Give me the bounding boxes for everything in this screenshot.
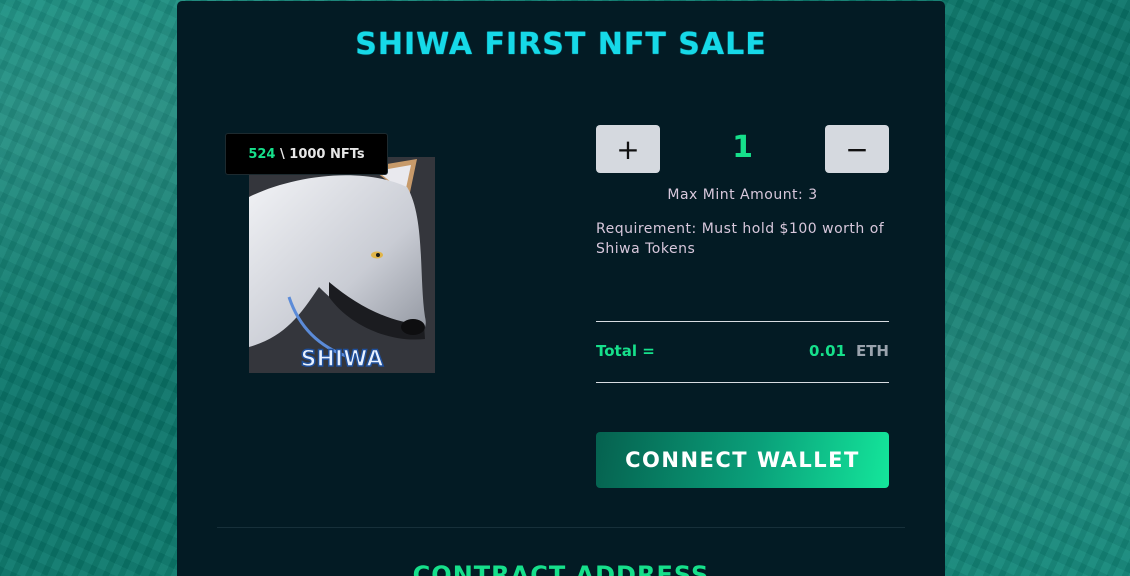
increase-quantity-button[interactable]: +	[596, 125, 660, 173]
decrease-quantity-button[interactable]: −	[825, 125, 889, 173]
nft-logo: SHIWA	[301, 347, 384, 372]
nft-sale-card: SHIWA FIRST NFT SALE SHIWA 524 \ 1000 NF…	[177, 1, 945, 576]
nft-image: SHIWA	[249, 157, 435, 373]
total-label: Total =	[596, 342, 655, 360]
total-unit: ETH	[855, 342, 889, 360]
supply-text: \ 1000 NFTs	[275, 146, 365, 162]
requirement-text: Requirement: Must hold $100 worth of Shi…	[596, 221, 885, 257]
page-title: SHIWA FIRST NFT SALE	[355, 27, 767, 62]
minted-counter-badge: 524 \ 1000 NFTs	[225, 133, 388, 175]
total-divider-top	[596, 321, 889, 322]
total-value: 0.01 ETH	[777, 342, 889, 360]
total-divider-bottom	[596, 382, 889, 383]
total-amount: 0.01	[808, 342, 846, 360]
mint-quantity: 1	[732, 130, 753, 165]
section-divider	[217, 527, 905, 528]
connect-wallet-button[interactable]: CONNECT WALLET	[596, 432, 889, 488]
contract-address-heading: CONTRACT ADDRESS	[412, 561, 710, 576]
minted-count: 524	[248, 146, 276, 162]
max-mint-amount: Max Mint Amount: 3	[667, 187, 818, 203]
